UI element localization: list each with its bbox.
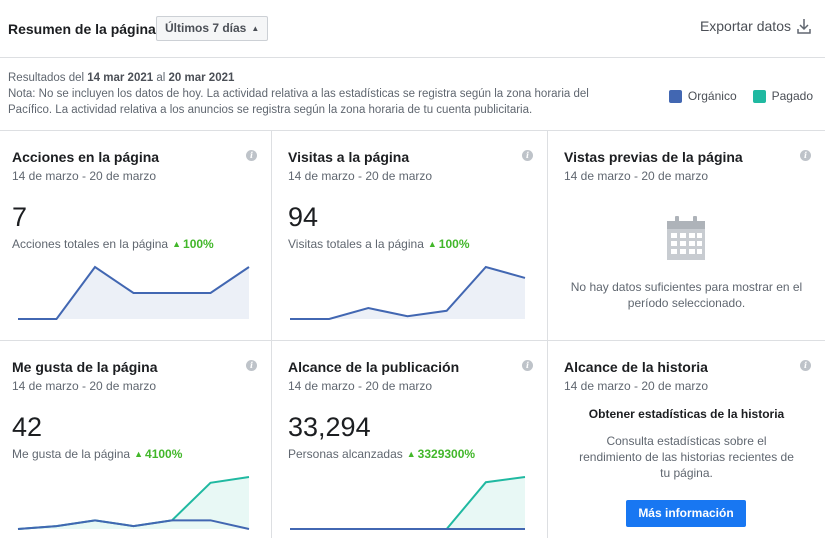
info-icon[interactable]: i (522, 360, 533, 371)
organic-swatch (668, 89, 682, 103)
card-date: 14 de marzo - 20 de marzo (564, 169, 709, 183)
no-data-message: No hay datos suficientes para mostrar en… (570, 280, 803, 310)
start-date: 14 mar 2021 (87, 72, 154, 84)
metric-change: ▲ 100% (172, 237, 214, 251)
legend-organic: Orgánico (668, 89, 737, 103)
up-arrow-icon: ▲ (406, 449, 416, 459)
info-icon[interactable]: i (246, 360, 257, 371)
export-data-label: Exportar datos (699, 18, 791, 34)
results-range: Resultados del 14 mar 2021 al 20 mar 202… (8, 72, 235, 84)
card-title: Acciones en la página (12, 149, 160, 165)
date-range-label: Últimos 7 días (165, 21, 247, 35)
card-date: 14 de marzo - 20 de marzo (288, 379, 433, 393)
metric-value: 7 (12, 202, 28, 232)
card-page-visits[interactable]: Visitas a la página 14 de marzo - 20 de … (272, 131, 547, 340)
story-description: Consulta estadísticas sobre el rendimien… (579, 434, 794, 480)
up-arrow-icon: ▲ (427, 239, 437, 249)
card-post-reach[interactable]: Alcance de la publicación 14 de marzo - … (272, 341, 547, 538)
metric-subtitle: Me gusta de la página ▲ 4100% (12, 447, 183, 461)
info-icon[interactable]: i (522, 150, 533, 161)
up-arrow-icon: ▲ (134, 449, 144, 459)
story-heading: Obtener estadísticas de la historia (588, 407, 785, 421)
calendar-icon (667, 216, 705, 260)
organic-series-area (290, 267, 525, 319)
timezone-note: Nota: No se incluyen los datos de hoy. L… (8, 88, 589, 116)
metric-subtitle: Visitas totales a la página ▲ 100% (288, 237, 470, 251)
card-title: Visitas a la página (288, 149, 410, 165)
card-page-previews[interactable]: Vistas previas de la página 14 de marzo … (548, 131, 825, 340)
card-title: Me gusta de la página (12, 359, 158, 375)
metric-change: ▲ 4100% (134, 447, 183, 461)
sparkline-chart (290, 476, 526, 530)
page-title: Resumen de la página (8, 21, 156, 37)
metric-subtitle: Acciones totales en la página ▲ 100% (12, 237, 214, 251)
card-story-reach[interactable]: Alcance de la historia 14 de marzo - 20 … (548, 341, 825, 538)
date-range-select[interactable]: Últimos 7 días ▲︎ (156, 16, 269, 41)
more-info-button[interactable]: Más información (626, 500, 746, 527)
metric-value: 42 (12, 412, 43, 442)
page-summary-header: Resumen de la página Últimos 7 días ▲︎ E… (0, 0, 825, 58)
paid-swatch (752, 89, 766, 103)
card-date: 14 de marzo - 20 de marzo (12, 169, 157, 183)
card-title: Alcance de la historia (564, 359, 708, 375)
card-date: 14 de marzo - 20 de marzo (12, 379, 157, 393)
download-icon (797, 19, 811, 34)
card-page-likes[interactable]: Me gusta de la página 14 de marzo - 20 d… (0, 341, 271, 538)
card-date: 14 de marzo - 20 de marzo (288, 169, 433, 183)
metric-change: ▲ 100% (427, 237, 470, 251)
export-data-button[interactable]: Exportar datos (700, 18, 811, 34)
legend-paid: Pagado (752, 89, 813, 103)
up-arrow-icon: ▲ (172, 239, 182, 249)
info-icon[interactable]: i (800, 150, 811, 161)
metric-change: ▲ 3329300% (406, 447, 476, 461)
card-title: Vistas previas de la página (564, 149, 743, 165)
info-icon[interactable]: i (800, 360, 811, 371)
card-page-actions[interactable]: Acciones en la página 14 de marzo - 20 d… (0, 131, 271, 340)
sparkline-chart (18, 265, 250, 320)
end-date: 20 mar 2021 (168, 72, 235, 84)
sparkline-chart (17, 476, 250, 530)
paid-series-area (290, 477, 525, 529)
info-icon[interactable]: i (246, 150, 257, 161)
sparkline-chart (290, 265, 526, 320)
results-note: Resultados del 14 mar 2021 al 20 mar 202… (8, 70, 628, 118)
chart-legend: Orgánico Pagado (668, 89, 813, 103)
metric-value: 94 (288, 202, 319, 232)
sort-caret-icon: ▲︎ (251, 23, 260, 33)
card-title: Alcance de la publicación (288, 359, 460, 375)
metric-value: 33,294 (288, 412, 371, 442)
card-date: 14 de marzo - 20 de marzo (564, 379, 709, 393)
metric-subtitle: Personas alcanzadas ▲ 3329300% (288, 447, 476, 461)
